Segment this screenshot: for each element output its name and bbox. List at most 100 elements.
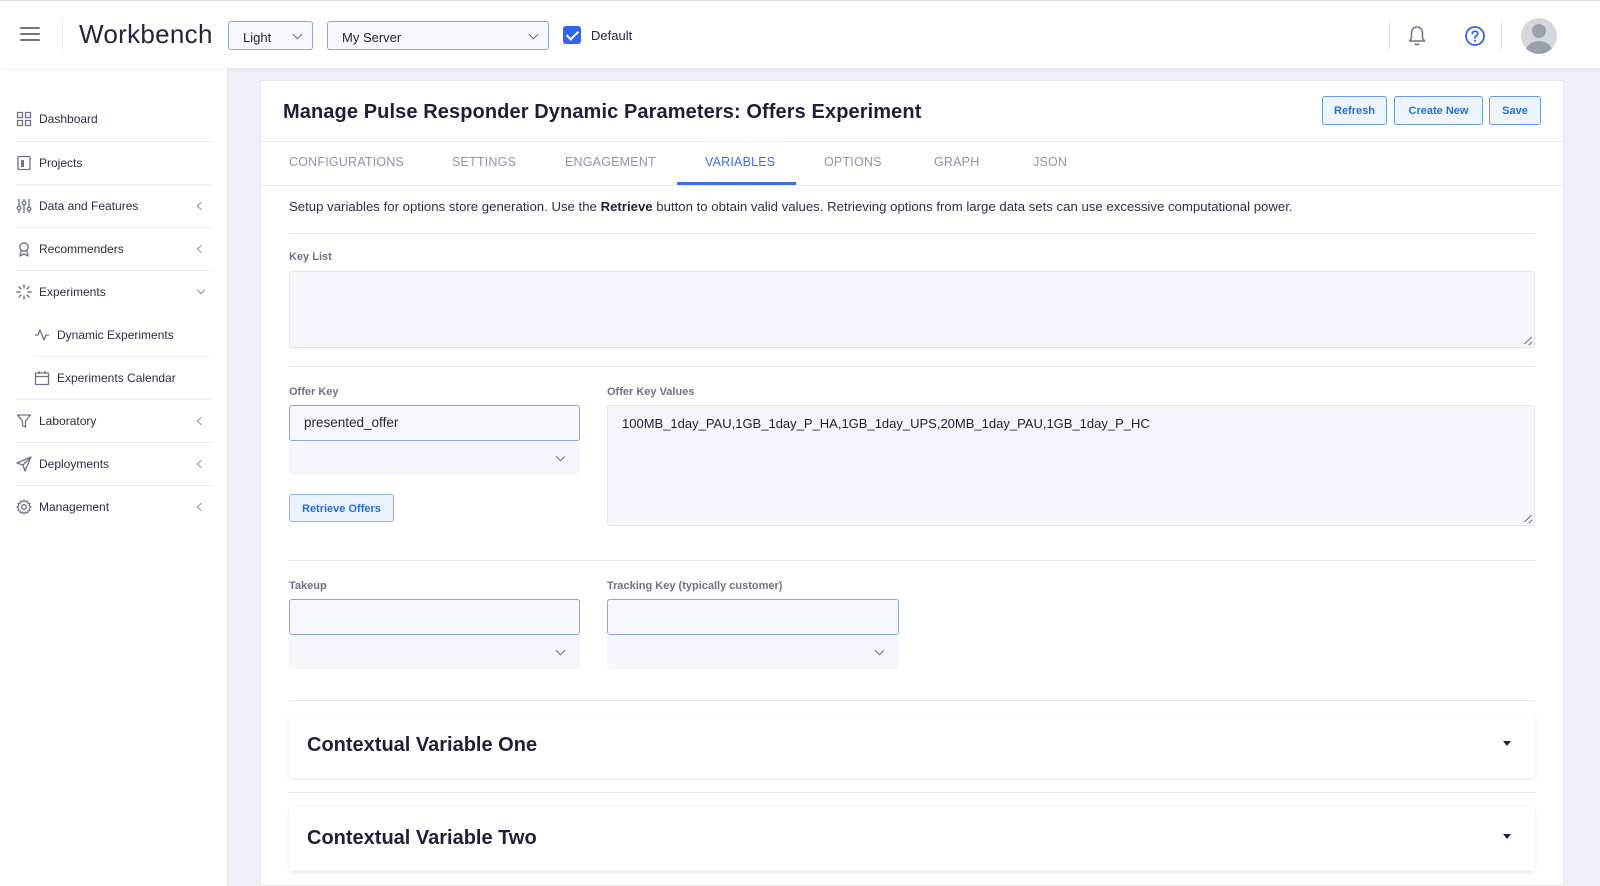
page-title: Manage Pulse Responder Dynamic Parameter… bbox=[283, 101, 922, 123]
chevron-down-icon bbox=[555, 451, 566, 462]
project-icon bbox=[17, 155, 31, 171]
chevron-down-icon bbox=[528, 29, 539, 40]
tracking-key-input[interactable] bbox=[607, 599, 899, 635]
sidebar-item-projects[interactable]: Projects bbox=[0, 142, 228, 185]
tab-json[interactable]: JSON bbox=[1033, 155, 1067, 169]
default-label: Default bbox=[591, 28, 633, 43]
menu-icon[interactable] bbox=[20, 27, 40, 41]
accordion-title: Contextual Variable One bbox=[307, 734, 538, 756]
activity-icon bbox=[35, 329, 49, 341]
divider bbox=[62, 19, 63, 51]
sidebar-item-data-and-features[interactable]: Data and Features bbox=[0, 185, 228, 228]
divider bbox=[289, 792, 1535, 793]
chevron-left-icon bbox=[196, 416, 206, 426]
grid-icon bbox=[16, 111, 32, 127]
save-button[interactable]: Save bbox=[1489, 96, 1541, 125]
sidebar-item-label: Experiments Calendar bbox=[57, 371, 176, 385]
default-checkbox[interactable] bbox=[563, 26, 581, 44]
gear-icon bbox=[16, 499, 32, 515]
takeup-dropdown[interactable] bbox=[289, 635, 580, 669]
sidebar-item-label: Recommenders bbox=[39, 242, 124, 256]
offer-key-values-textarea[interactable]: 100MB_1day_PAU,1GB_1day_P_HA,1GB_1day_UP… bbox=[607, 405, 1535, 526]
caret-down-icon bbox=[1503, 741, 1511, 746]
sidebar: Dashboard Projects Data and Features Rec… bbox=[0, 68, 228, 886]
chevron-left-icon bbox=[196, 459, 206, 469]
sidebar-item-label: Projects bbox=[39, 156, 83, 170]
calendar-icon bbox=[34, 371, 50, 386]
resize-handle-icon[interactable] bbox=[1524, 337, 1532, 345]
sidebar-item-label: Deployments bbox=[39, 457, 110, 471]
theme-select[interactable]: Light bbox=[228, 21, 313, 50]
retrieve-offers-button[interactable]: Retrieve Offers bbox=[289, 494, 394, 522]
sidebar-item-experiments-calendar[interactable]: Experiments Calendar bbox=[0, 357, 228, 400]
award-icon bbox=[19, 242, 29, 257]
filter-icon bbox=[16, 414, 32, 428]
avatar[interactable] bbox=[1521, 18, 1557, 54]
takeup-label: Takeup bbox=[289, 580, 327, 592]
divider bbox=[1389, 19, 1390, 51]
main-card: Manage Pulse Responder Dynamic Parameter… bbox=[260, 80, 1564, 886]
app-title: Workbench bbox=[79, 19, 213, 49]
theme-select-value: Light bbox=[243, 30, 272, 45]
divider bbox=[289, 700, 1535, 701]
caret-down-icon bbox=[1503, 834, 1511, 839]
key-list-label: Key List bbox=[289, 251, 332, 263]
sidebar-item-experiments[interactable]: Experiments bbox=[0, 271, 228, 314]
offer-key-input[interactable]: presented_offer bbox=[289, 405, 580, 441]
offer-key-values-text: 100MB_1day_PAU,1GB_1day_P_HA,1GB_1day_UP… bbox=[622, 416, 1150, 431]
divider bbox=[289, 560, 1535, 561]
help-icon[interactable] bbox=[1464, 25, 1486, 52]
sidebar-item-dynamic-experiments[interactable]: Dynamic Experiments bbox=[0, 314, 228, 357]
divider bbox=[261, 141, 1563, 142]
sliders-icon bbox=[16, 199, 32, 213]
offer-key-label: Offer Key bbox=[289, 386, 339, 398]
key-list-textarea[interactable] bbox=[289, 271, 1535, 348]
sidebar-item-recommenders[interactable]: Recommenders bbox=[0, 228, 228, 271]
sidebar-item-dashboard[interactable]: Dashboard bbox=[0, 98, 228, 141]
chevron-down-icon bbox=[874, 645, 885, 656]
sidebar-item-label: Dynamic Experiments bbox=[57, 328, 174, 342]
send-icon bbox=[16, 456, 32, 472]
sidebar-item-label: Management bbox=[39, 500, 110, 514]
tracking-key-label: Tracking Key (typically customer) bbox=[607, 580, 783, 592]
tab-options[interactable]: OPTIONS bbox=[824, 155, 882, 169]
refresh-button[interactable]: Refresh bbox=[1322, 96, 1387, 125]
chevron-down-icon bbox=[292, 29, 303, 40]
tab-configurations[interactable]: CONFIGURATIONS bbox=[289, 155, 404, 169]
chevron-left-icon bbox=[196, 244, 206, 254]
accordion-contextual-variable-two[interactable]: Contextual Variable Two bbox=[289, 807, 1535, 871]
sidebar-item-label: Laboratory bbox=[39, 414, 97, 428]
sidebar-item-label: Dashboard bbox=[39, 112, 98, 126]
sidebar-item-deployments[interactable]: Deployments bbox=[0, 443, 228, 486]
divider bbox=[1501, 19, 1502, 51]
accordion-title: Contextual Variable Two bbox=[307, 827, 537, 849]
divider bbox=[289, 366, 1535, 367]
divider bbox=[261, 185, 1563, 186]
offer-key-values-label: Offer Key Values bbox=[607, 386, 695, 398]
top-bar: Workbench Light My Server Default bbox=[0, 0, 1600, 68]
sidebar-item-label: Data and Features bbox=[39, 199, 139, 213]
chevron-down-icon bbox=[196, 285, 206, 295]
create-new-button[interactable]: Create New bbox=[1394, 96, 1483, 125]
offer-key-dropdown[interactable] bbox=[289, 441, 580, 475]
divider bbox=[289, 233, 1535, 234]
description: Setup variables for options store genera… bbox=[289, 199, 1293, 214]
accordion-contextual-variable-one[interactable]: Contextual Variable One bbox=[289, 714, 1535, 778]
server-select[interactable]: My Server bbox=[327, 21, 549, 50]
tab-variables[interactable]: VARIABLES bbox=[705, 155, 775, 169]
tab-settings[interactable]: SETTINGS bbox=[452, 155, 516, 169]
tab-graph[interactable]: GRAPH bbox=[934, 155, 979, 169]
loader-icon bbox=[16, 284, 32, 300]
tab-engagement[interactable]: ENGAGEMENT bbox=[565, 155, 656, 169]
chevron-down-icon bbox=[555, 645, 566, 656]
sidebar-item-laboratory[interactable]: Laboratory bbox=[0, 400, 228, 443]
server-select-value: My Server bbox=[342, 30, 402, 45]
takeup-input[interactable] bbox=[289, 599, 580, 635]
sidebar-item-label: Experiments bbox=[39, 285, 106, 299]
tracking-key-dropdown[interactable] bbox=[607, 635, 899, 669]
chevron-left-icon bbox=[196, 502, 206, 512]
sidebar-item-management[interactable]: Management bbox=[0, 486, 228, 529]
bell-icon[interactable] bbox=[1407, 25, 1427, 52]
chevron-left-icon bbox=[196, 201, 206, 211]
resize-handle-icon[interactable] bbox=[1524, 515, 1532, 523]
